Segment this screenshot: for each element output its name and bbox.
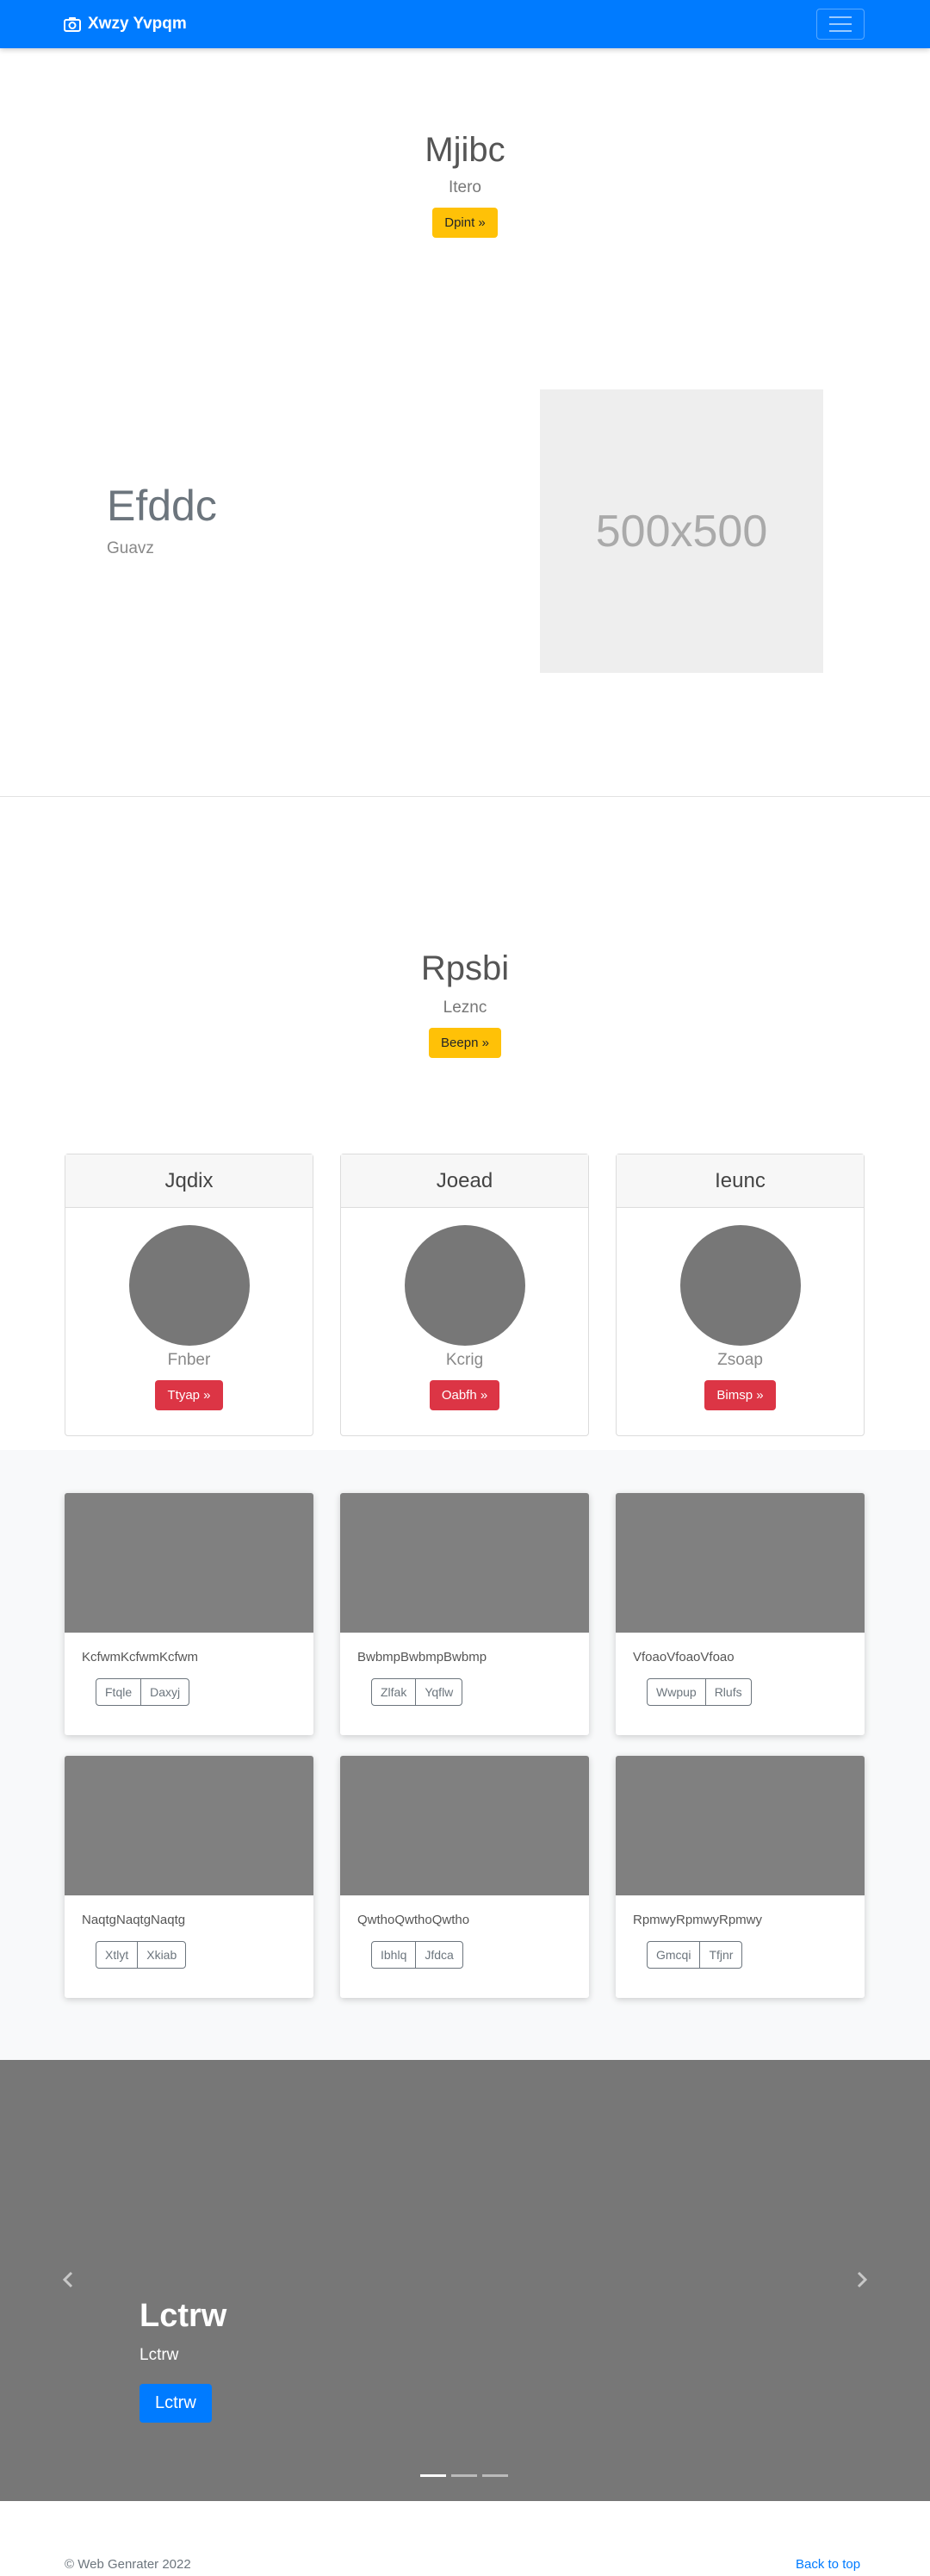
pricing-card-name: Fnber [167,1351,211,1369]
card-button[interactable]: Zlfak [372,1679,415,1705]
hero-section: Mjibc Itero Dpint » [0,131,930,238]
card-button[interactable]: Gmcqi [648,1942,699,1968]
album-card: KcfwmKcfwmKcfwm Ftqle Daxyj [65,1493,313,1735]
placeholder-label: 500x500 [595,506,768,557]
carousel-indicators [420,2474,508,2477]
pricing-card-button[interactable]: Bimsp » [704,1380,776,1410]
feature-title: Efddc [107,482,217,530]
card-image [65,1493,313,1633]
card-button[interactable]: Wwpup [648,1679,705,1705]
avatar [128,1225,250,1346]
card-button-group: Ftqle Daxyj [96,1678,190,1706]
carousel: Lctrw Lctrw Lctrw [0,2060,930,2501]
avatar [404,1225,525,1346]
feature-subtitle: Guavz [107,539,154,557]
card-button-group: Zlfak Yqflw [371,1678,463,1706]
pricing-header: Rpsbi Leznc Beepn » [0,949,930,1058]
avatar [679,1225,801,1346]
brand-link[interactable]: Xwzy Yvpqm [64,12,187,36]
card-image [616,1756,865,1895]
section-divider [0,796,930,797]
pricing-button[interactable]: Beepn » [429,1028,501,1058]
card-image [340,1756,589,1895]
card-image [65,1756,313,1895]
brand-name: Xwzy Yvpqm [88,15,187,33]
pricing-card-header: Jqdix [65,1154,313,1208]
album-section: KcfwmKcfwmKcfwm Ftqle Daxyj BwbmpBwbmpBw… [0,1450,930,2060]
card-text: BwbmpBwbmpBwbmp [357,1650,487,1664]
pricing-card-button[interactable]: Oabfh » [429,1380,500,1410]
pricing-title: Rpsbi [420,949,510,987]
card-button-group: Gmcqi Tfjnr [647,1941,743,1969]
card-button[interactable]: Xkiab [137,1942,185,1968]
carousel-caption-text: Lctrw [140,2346,179,2364]
feature-image-placeholder: 500x500 [540,389,823,673]
album-card: NaqtgNaqtgNaqtg Xtlyt Xkiab [65,1756,313,1998]
card-button[interactable]: Yqflw [415,1679,462,1705]
card-text: KcfwmKcfwmKcfwm [82,1650,198,1664]
carousel-button[interactable]: Lctrw [140,2384,212,2423]
card-button-group: Xtlyt Xkiab [96,1941,187,1969]
card-image [340,1493,589,1633]
card-button[interactable]: Tfjnr [699,1942,741,1968]
album-card: BwbmpBwbmpBwbmp Zlfak Yqflw [340,1493,589,1735]
album-card: RpmwyRpmwyRpmwy Gmcqi Tfjnr [616,1756,865,1998]
card-button[interactable]: Ibhlq [372,1942,415,1968]
card-button-group: Wwpup Rlufs [647,1678,752,1706]
album-card: QwthoQwthoQwtho Ibhlq Jfdca [340,1756,589,1998]
pricing-card-button[interactable]: Ttyap » [155,1380,223,1410]
pricing-card: Joead Kcrig Oabfh » [340,1154,589,1436]
navbar-toggler-button[interactable] [816,9,865,40]
pricing-card-header: Ieunc [617,1154,864,1208]
card-button[interactable]: Rlufs [704,1679,751,1705]
card-image [616,1493,865,1633]
footer-copyright: © Web Genrater 2022 [65,2557,191,2572]
pricing-subtitle: Leznc [443,999,487,1017]
pricing-card-header: Joead [341,1154,588,1208]
hero-title: Mjibc [425,131,505,169]
hero-subtitle: Itero [448,178,482,196]
card-text: QwthoQwthoQwtho [357,1913,470,1927]
card-button[interactable]: Ftqle [96,1679,140,1705]
hamburger-icon [829,16,852,18]
carousel-caption-title: Lctrw [140,2298,227,2334]
pricing-card: Ieunc Zsoap Bimsp » [616,1154,865,1436]
carousel-indicator[interactable] [451,2474,477,2477]
pricing-card-name: Zsoap [717,1351,763,1369]
card-text: NaqtgNaqtgNaqtg [82,1913,186,1927]
hero-button[interactable]: Dpint » [432,208,498,238]
chevron-right-icon[interactable] [852,2271,870,2288]
card-button-group: Ibhlq Jfdca [371,1941,463,1969]
card-button[interactable]: Jfdca [415,1942,462,1968]
pricing-card-name: Kcrig [445,1351,484,1369]
chevron-left-icon[interactable] [60,2271,78,2288]
carousel-indicator[interactable] [482,2474,508,2477]
album-card: VfoaoVfoaoVfoao Wwpup Rlufs [616,1493,865,1735]
card-button[interactable]: Daxyj [140,1679,189,1705]
camera-icon [64,17,81,32]
card-text: VfoaoVfoaoVfoao [633,1650,735,1664]
card-button[interactable]: Xtlyt [96,1942,137,1968]
back-to-top-link[interactable]: Back to top [796,2557,860,2572]
card-text: RpmwyRpmwyRpmwy [633,1913,763,1927]
navbar: Xwzy Yvpqm [0,0,930,48]
carousel-indicator[interactable] [420,2474,446,2477]
pricing-card: Jqdix Fnber Ttyap » [65,1154,313,1436]
